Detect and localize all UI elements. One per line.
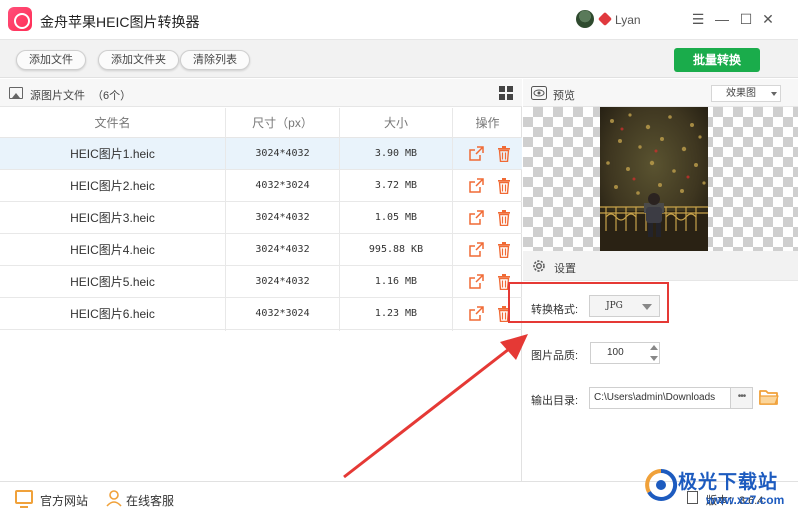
monitor-icon[interactable] bbox=[15, 490, 33, 508]
file-name: HEIC图片5.heic bbox=[70, 275, 155, 289]
settings-title: 设置 bbox=[554, 263, 576, 275]
preview-image bbox=[600, 107, 708, 251]
file-size: 1.23 MB bbox=[374, 308, 418, 319]
title-bar: 金舟苹果HEIC图片转换器 Lyan ☰ — ☐ ✕ bbox=[0, 0, 798, 40]
open-external-icon[interactable] bbox=[469, 146, 484, 161]
grid-view-icon[interactable] bbox=[499, 86, 513, 100]
open-external-icon[interactable] bbox=[469, 306, 484, 321]
open-external-icon[interactable] bbox=[469, 242, 484, 257]
column-header-actions: 操作 bbox=[475, 116, 500, 130]
trash-icon[interactable] bbox=[497, 146, 511, 163]
quality-increase-button[interactable] bbox=[650, 345, 658, 350]
open-external-icon[interactable] bbox=[469, 274, 484, 289]
file-size: 3.72 MB bbox=[374, 180, 418, 191]
app-logo-icon bbox=[8, 7, 32, 31]
minimize-icon[interactable]: — bbox=[713, 10, 731, 28]
batch-convert-button[interactable]: 批量转换 bbox=[674, 48, 760, 72]
open-external-icon[interactable] bbox=[469, 210, 484, 225]
right-panel: 预览 效果图 设置 转换格式: JPG 图片品质: 100 输出目录: C:\U… bbox=[508, 79, 798, 481]
column-divider bbox=[452, 108, 453, 331]
table-row[interactable]: HEIC图片5.heic 3024*4032 1.16 MB bbox=[0, 266, 522, 298]
support-agent-icon[interactable] bbox=[106, 489, 122, 507]
file-size: 1.05 MB bbox=[374, 212, 418, 223]
column-divider bbox=[225, 108, 226, 331]
file-dimensions: 4032*3024 bbox=[255, 308, 310, 319]
file-dimensions: 4032*3024 bbox=[255, 180, 310, 191]
close-icon[interactable]: ✕ bbox=[759, 10, 777, 28]
online-support-link[interactable]: 在线客服 bbox=[126, 492, 174, 509]
add-folder-button[interactable]: 添加文件夹 bbox=[98, 50, 179, 70]
output-label: 输出目录: bbox=[531, 395, 579, 407]
file-dimensions: 3024*4032 bbox=[255, 212, 310, 223]
file-name: HEIC图片3.heic bbox=[70, 211, 155, 225]
footer: 官方网站 在线客服 版本：3.6.4 bbox=[0, 481, 798, 517]
trash-icon[interactable] bbox=[497, 178, 511, 195]
preview-area bbox=[523, 107, 798, 251]
file-name: HEIC图片2.heic bbox=[70, 179, 155, 193]
quality-decrease-button[interactable] bbox=[650, 356, 658, 361]
folder-icon[interactable] bbox=[759, 388, 779, 406]
maximize-icon[interactable]: ☐ bbox=[737, 10, 755, 28]
eye-icon bbox=[531, 86, 547, 100]
settings-header: 设置 bbox=[523, 251, 798, 281]
add-file-button[interactable]: 添加文件 bbox=[16, 50, 86, 70]
file-size: 1.16 MB bbox=[374, 276, 418, 287]
file-list-title: 源图片文件 bbox=[30, 90, 85, 102]
file-name: HEIC图片4.heic bbox=[70, 243, 155, 257]
trash-icon[interactable] bbox=[497, 210, 511, 227]
menu-icon[interactable]: ☰ bbox=[689, 10, 707, 28]
official-website-link[interactable]: 官方网站 bbox=[40, 492, 88, 509]
column-header-name[interactable]: 文件名 bbox=[0, 108, 225, 138]
file-size: 995.88 KB bbox=[368, 244, 424, 255]
quality-label: 图片品质: bbox=[531, 350, 579, 362]
preview-mode-select[interactable]: 效果图 bbox=[711, 85, 781, 102]
preview-header: 预览 效果图 bbox=[523, 79, 798, 107]
file-dimensions: 3024*4032 bbox=[255, 244, 310, 255]
vip-diamond-icon bbox=[597, 11, 613, 27]
user-name[interactable]: Lyan bbox=[615, 13, 641, 27]
file-list-panel: 源图片文件 （6个） 文件名 尺寸（px） 大小 操作 HEIC图片1.heic… bbox=[0, 79, 522, 481]
table-row[interactable]: HEIC图片6.heic 4032*3024 1.23 MB bbox=[0, 298, 522, 330]
avatar[interactable] bbox=[576, 10, 594, 28]
preview-title: 预览 bbox=[553, 90, 575, 102]
gear-icon bbox=[533, 260, 545, 272]
trash-icon[interactable] bbox=[497, 242, 511, 259]
column-divider bbox=[339, 108, 340, 331]
table-row[interactable]: HEIC图片1.heic 3024*4032 3.90 MB bbox=[0, 138, 522, 170]
file-size: 3.90 MB bbox=[374, 148, 418, 159]
file-list-header: 源图片文件 （6个） bbox=[0, 79, 522, 107]
table-row[interactable]: HEIC图片4.heic 3024*4032 995.88 KB bbox=[0, 234, 522, 266]
output-directory-field[interactable]: C:\Users\admin\Downloads bbox=[589, 387, 731, 409]
file-name: HEIC图片1.heic bbox=[70, 147, 155, 161]
version-icon bbox=[687, 491, 698, 504]
table-row[interactable]: HEIC图片2.heic 4032*3024 3.72 MB bbox=[0, 170, 522, 202]
version-label: 版本：3.6.4 bbox=[706, 495, 764, 507]
table-row[interactable]: HEIC图片3.heic 3024*4032 1.05 MB bbox=[0, 202, 522, 234]
file-name: HEIC图片6.heic bbox=[70, 307, 155, 321]
file-dimensions: 3024*4032 bbox=[255, 148, 310, 159]
clear-list-button[interactable]: 清除列表 bbox=[180, 50, 250, 70]
file-dimensions: 3024*4032 bbox=[255, 276, 310, 287]
highlight-annotation bbox=[508, 282, 669, 323]
column-header-size[interactable]: 大小 bbox=[340, 108, 452, 138]
browse-more-button[interactable]: ••• bbox=[731, 387, 753, 409]
table-header: 文件名 尺寸（px） 大小 操作 bbox=[0, 108, 522, 138]
column-header-dimensions[interactable]: 尺寸（px） bbox=[226, 108, 339, 138]
app-title: 金舟苹果HEIC图片转换器 bbox=[40, 14, 200, 30]
file-count: （6个） bbox=[92, 90, 132, 102]
open-external-icon[interactable] bbox=[469, 178, 484, 193]
image-icon bbox=[9, 87, 23, 99]
